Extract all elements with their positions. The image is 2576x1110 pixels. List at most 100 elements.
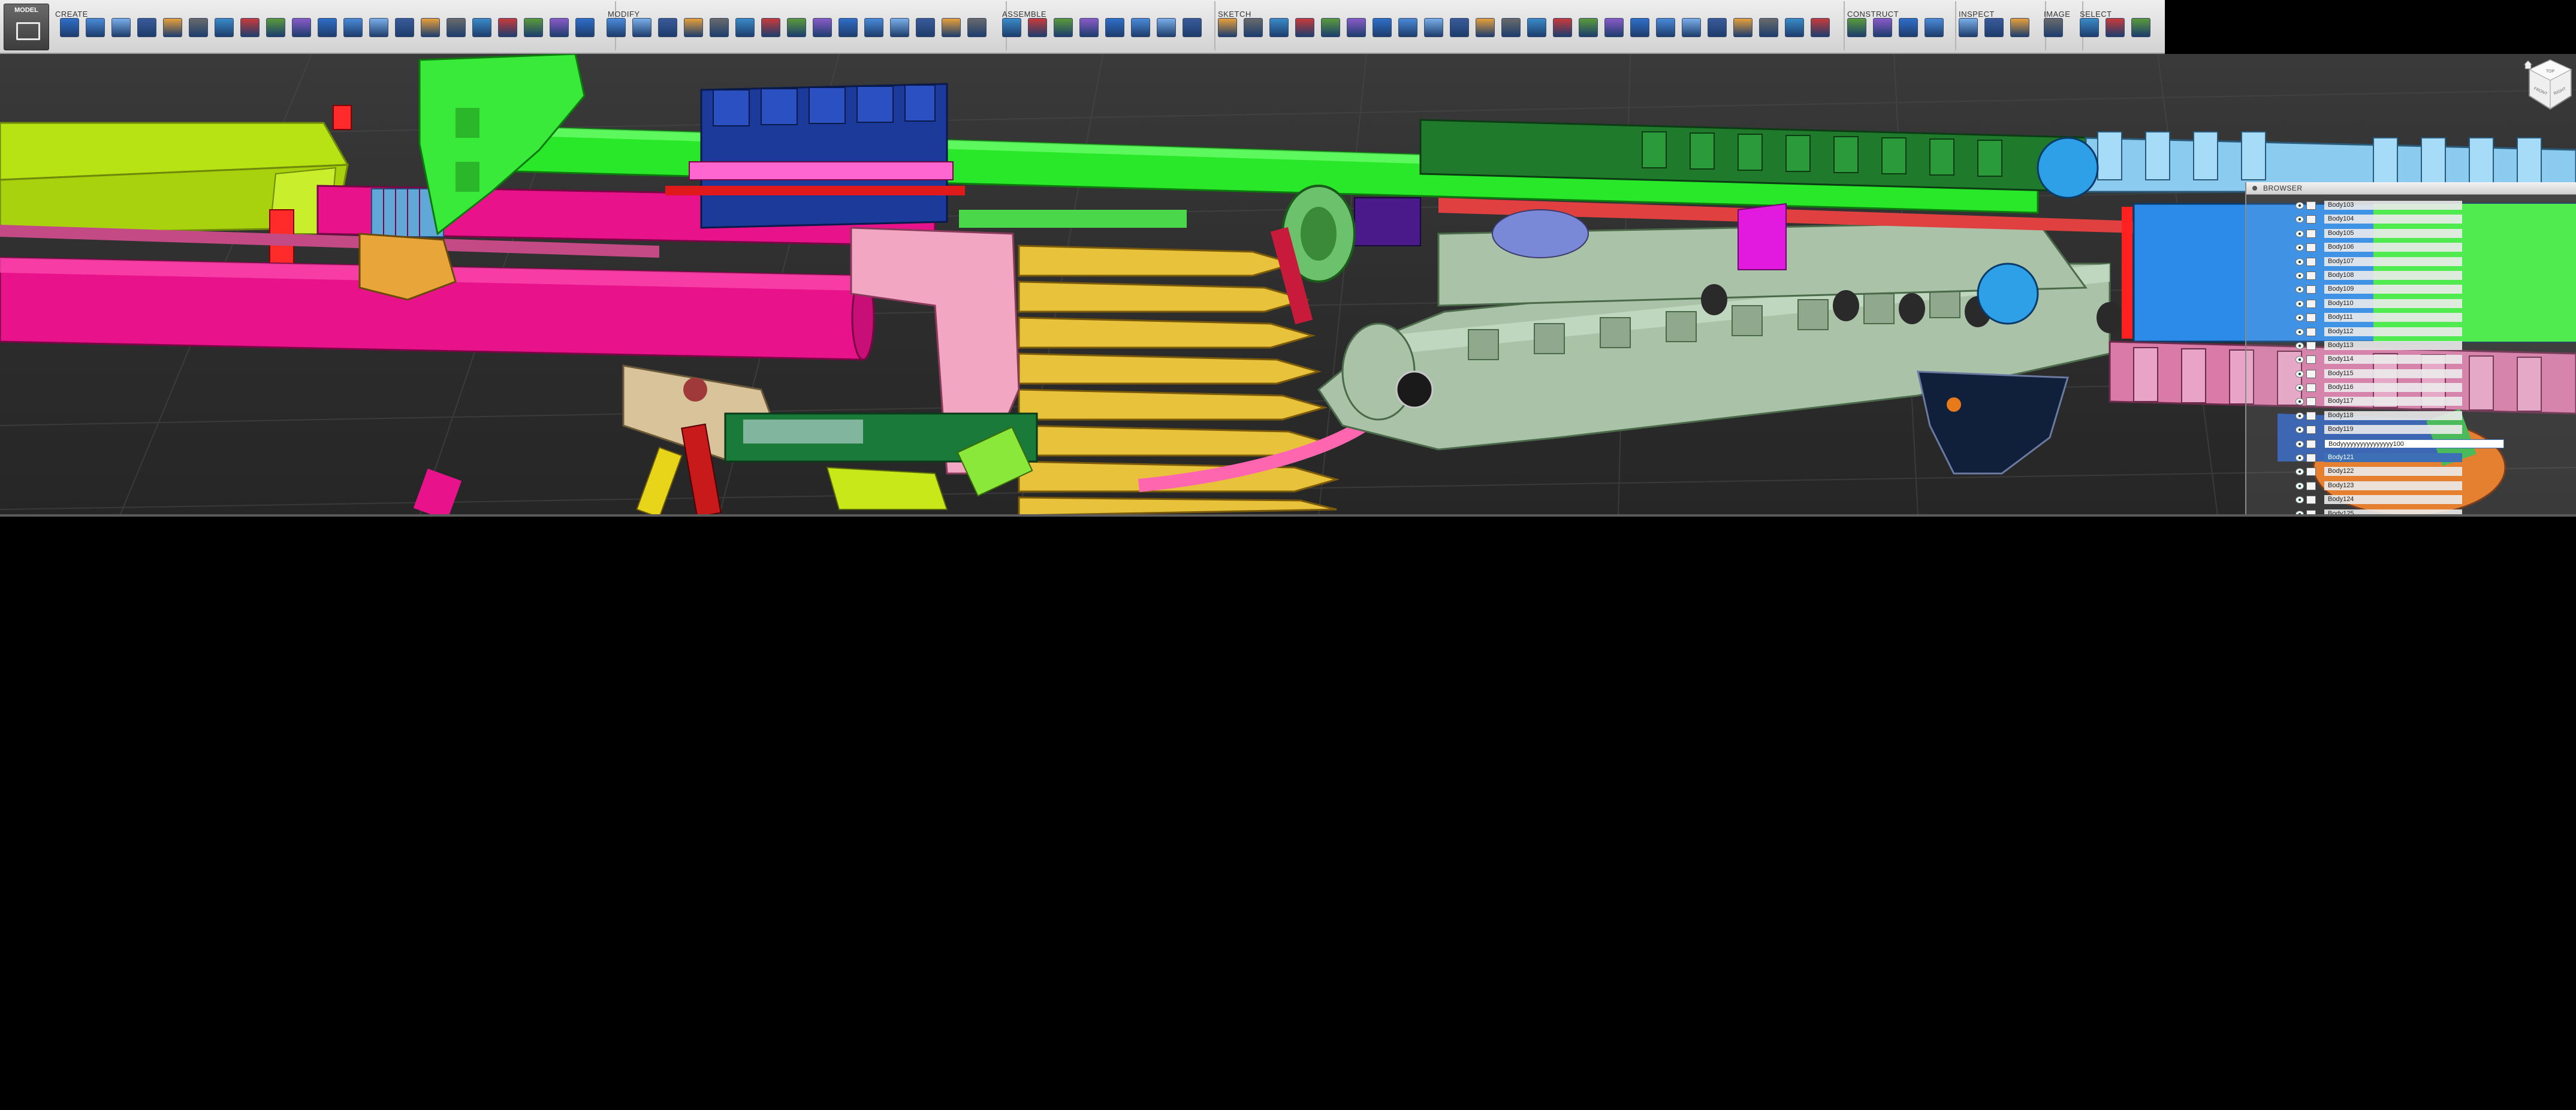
sketch-icon[interactable] bbox=[1682, 18, 1701, 37]
modify-icon[interactable] bbox=[864, 18, 883, 37]
inspect-icon[interactable] bbox=[2010, 18, 2029, 37]
foregrip[interactable] bbox=[1917, 370, 2069, 475]
browser-body-row[interactable]: Body105 bbox=[2296, 227, 2571, 241]
modify-icon[interactable] bbox=[761, 18, 780, 37]
create-icon[interactable] bbox=[472, 18, 491, 37]
create-icon[interactable] bbox=[292, 18, 311, 37]
modify-icon[interactable] bbox=[967, 18, 987, 37]
browser-body-row[interactable]: Body111 bbox=[2296, 311, 2571, 325]
browser-body-row[interactable]: Body110 bbox=[2296, 297, 2571, 311]
assemble-icon[interactable] bbox=[1131, 18, 1150, 37]
create-icon[interactable] bbox=[550, 18, 569, 37]
sketch-icon[interactable] bbox=[1424, 18, 1443, 37]
body-name[interactable]: Body105 bbox=[2324, 228, 2462, 238]
modify-icon[interactable] bbox=[838, 18, 858, 37]
cube-face-top[interactable]: TOP bbox=[2546, 70, 2555, 74]
modify-icon[interactable] bbox=[890, 18, 909, 37]
body-name[interactable]: Body109 bbox=[2324, 285, 2462, 294]
sketch-icon[interactable] bbox=[1218, 18, 1237, 37]
browser-body-row[interactable]: Body109 bbox=[2296, 283, 2571, 297]
body-name[interactable]: Body118 bbox=[2324, 411, 2462, 420]
body-name[interactable]: Body121 bbox=[2324, 453, 2462, 463]
browser-body-row[interactable]: Body119 bbox=[2296, 423, 2571, 437]
body-name[interactable]: Body115 bbox=[2324, 369, 2462, 378]
create-icon[interactable] bbox=[215, 18, 234, 37]
construct-icon[interactable] bbox=[1873, 18, 1892, 37]
visibility-eye-icon[interactable] bbox=[2296, 300, 2304, 307]
create-icon[interactable] bbox=[137, 18, 156, 37]
body-name[interactable]: Body119 bbox=[2324, 425, 2462, 435]
body-name[interactable]: Body104 bbox=[2324, 215, 2462, 224]
body-name[interactable]: Body111 bbox=[2324, 313, 2462, 322]
create-icon[interactable] bbox=[395, 18, 414, 37]
browser-body-row[interactable]: Body113 bbox=[2296, 339, 2571, 353]
visibility-eye-icon[interactable] bbox=[2296, 370, 2304, 378]
sketch-icon[interactable] bbox=[1708, 18, 1727, 37]
assemble-icon[interactable] bbox=[1028, 18, 1047, 37]
visibility-eye-icon[interactable] bbox=[2296, 426, 2304, 434]
visibility-eye-icon[interactable] bbox=[2296, 258, 2304, 266]
modify-icon[interactable] bbox=[787, 18, 806, 37]
body-name[interactable]: Body122 bbox=[2324, 467, 2462, 476]
sketch-icon[interactable] bbox=[1244, 18, 1263, 37]
browser-body-row[interactable]: Body118 bbox=[2296, 409, 2571, 423]
sketch-icon[interactable] bbox=[1553, 18, 1572, 37]
visibility-eye-icon[interactable] bbox=[2296, 272, 2304, 279]
feed-cover[interactable] bbox=[665, 83, 965, 229]
visibility-eye-icon[interactable] bbox=[2296, 412, 2304, 420]
assemble-icon[interactable] bbox=[1157, 18, 1176, 37]
viewport-3d[interactable]: TOP FRONT RIGHT BROWSER Body103 Body104 Bo… bbox=[0, 54, 2576, 515]
visibility-eye-icon[interactable] bbox=[2296, 202, 2304, 209]
sketch-icon[interactable] bbox=[1785, 18, 1804, 37]
assemble-icon[interactable] bbox=[1002, 18, 1021, 37]
select-icon[interactable] bbox=[2106, 18, 2125, 37]
create-icon[interactable] bbox=[524, 18, 543, 37]
select-icon[interactable] bbox=[2080, 18, 2099, 37]
modify-icon[interactable] bbox=[632, 18, 651, 37]
body-name[interactable]: Body110 bbox=[2324, 298, 2462, 308]
browser-body-row[interactable]: Body123 bbox=[2296, 479, 2571, 493]
modify-icon[interactable] bbox=[710, 18, 729, 37]
browser-body-row[interactable]: Body124 bbox=[2296, 493, 2571, 507]
create-icon[interactable] bbox=[575, 18, 595, 37]
create-icon[interactable] bbox=[498, 18, 517, 37]
modify-icon[interactable] bbox=[916, 18, 935, 37]
body-name[interactable]: Body108 bbox=[2324, 270, 2462, 280]
browser-body-row[interactable]: Body107 bbox=[2296, 255, 2571, 269]
modify-icon[interactable] bbox=[735, 18, 755, 37]
body-name[interactable]: Body112 bbox=[2324, 327, 2462, 336]
modify-icon[interactable] bbox=[607, 18, 626, 37]
sketch-icon[interactable] bbox=[1579, 18, 1598, 37]
modify-icon[interactable] bbox=[942, 18, 961, 37]
visibility-eye-icon[interactable] bbox=[2296, 468, 2304, 476]
sketch-icon[interactable] bbox=[1811, 18, 1830, 37]
body-name[interactable]: Body107 bbox=[2324, 257, 2462, 266]
body-name[interactable]: Body123 bbox=[2324, 481, 2462, 490]
modify-icon[interactable] bbox=[813, 18, 832, 37]
visibility-eye-icon[interactable] bbox=[2296, 244, 2304, 252]
browser-body-row[interactable]: Body116 bbox=[2296, 381, 2571, 395]
sketch-icon[interactable] bbox=[1347, 18, 1366, 37]
modify-icon[interactable] bbox=[658, 18, 677, 37]
assemble-icon[interactable] bbox=[1054, 18, 1073, 37]
sketch-icon[interactable] bbox=[1656, 18, 1675, 37]
sketch-icon[interactable] bbox=[1527, 18, 1546, 37]
body-name[interactable]: Body106 bbox=[2324, 243, 2462, 252]
create-icon[interactable] bbox=[111, 18, 131, 37]
sketch-icon[interactable] bbox=[1630, 18, 1649, 37]
browser-body-row[interactable]: Body103 bbox=[2296, 199, 2571, 213]
assembly-model[interactable] bbox=[0, 54, 2576, 515]
workspace-switcher[interactable]: MODEL bbox=[4, 4, 49, 50]
browser-body-row[interactable]: Body117 bbox=[2296, 395, 2571, 409]
browser-collapse-icon[interactable] bbox=[2252, 186, 2257, 191]
inspect-icon[interactable] bbox=[1984, 18, 2004, 37]
create-icon[interactable] bbox=[60, 18, 79, 37]
sketch-icon[interactable] bbox=[1450, 18, 1469, 37]
construct-icon[interactable] bbox=[1899, 18, 1918, 37]
create-icon[interactable] bbox=[266, 18, 285, 37]
sketch-icon[interactable] bbox=[1501, 18, 1521, 37]
create-icon[interactable] bbox=[189, 18, 208, 37]
browser-body-row[interactable]: Body115 bbox=[2296, 367, 2571, 381]
body-name[interactable]: Body124 bbox=[2324, 495, 2462, 505]
construct-icon[interactable] bbox=[1847, 18, 1866, 37]
